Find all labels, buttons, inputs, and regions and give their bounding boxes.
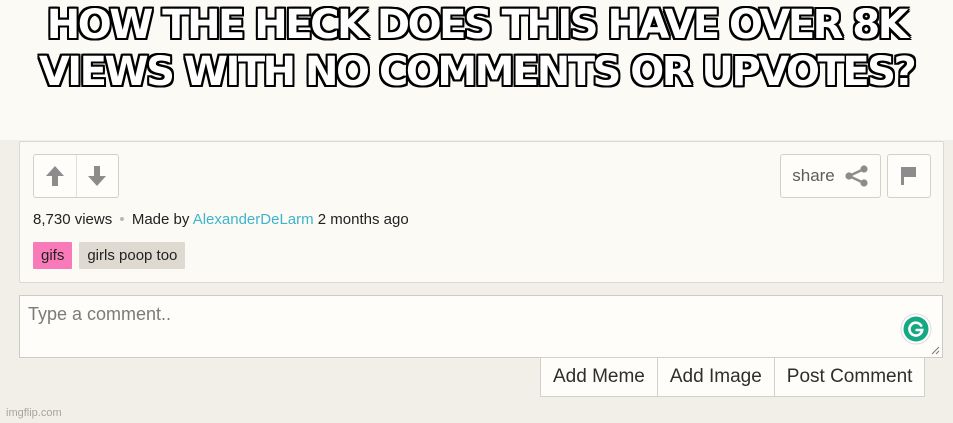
author-link[interactable]: AlexanderDeLarm xyxy=(193,211,314,228)
share-label: share xyxy=(792,166,835,185)
view-count: 8,730 views xyxy=(33,211,113,228)
tag-gifs[interactable]: gifs xyxy=(33,242,73,269)
downvote-button[interactable] xyxy=(75,155,119,197)
meme-screenshot: HOW THE HECK DOES THIS HAVE OVER 8K VIEW… xyxy=(0,0,953,423)
comment-input[interactable]: Type a comment.. xyxy=(19,295,943,358)
imgflip-watermark: imgflip.com xyxy=(6,407,62,419)
vote-group xyxy=(33,154,119,198)
add-image-button[interactable]: Add Image xyxy=(656,358,774,396)
flag-icon xyxy=(901,167,916,185)
grammarly-icon[interactable] xyxy=(900,313,932,345)
meme-caption: HOW THE HECK DOES THIS HAVE OVER 8K VIEW… xyxy=(38,2,917,95)
post-comment-button[interactable]: Post Comment xyxy=(773,358,925,396)
comment-actions: Add Meme Add Image Post Comment xyxy=(540,357,926,397)
arrow-down-icon xyxy=(88,166,107,186)
post-panel: share 8,730 views • Made by AlexanderDeL… xyxy=(19,141,944,283)
post-meta: 8,730 views • Made by AlexanderDeLarm 2 … xyxy=(33,211,409,228)
meta-separator: • xyxy=(119,211,125,228)
post-time: 2 months ago xyxy=(317,211,409,228)
tag-list: gifs girls poop too xyxy=(33,242,186,269)
share-button[interactable]: share xyxy=(780,154,881,198)
add-meme-button[interactable]: Add Meme xyxy=(541,358,657,396)
resize-grip-icon[interactable] xyxy=(931,346,940,355)
share-icon xyxy=(845,165,868,187)
upvote-button[interactable] xyxy=(34,155,76,197)
flag-button[interactable] xyxy=(887,154,931,198)
arrow-up-icon xyxy=(45,166,64,186)
tag-girls-poop-too[interactable]: girls poop too xyxy=(79,242,186,269)
comment-placeholder: Type a comment.. xyxy=(28,304,172,324)
made-by-label: Made by xyxy=(131,211,190,228)
